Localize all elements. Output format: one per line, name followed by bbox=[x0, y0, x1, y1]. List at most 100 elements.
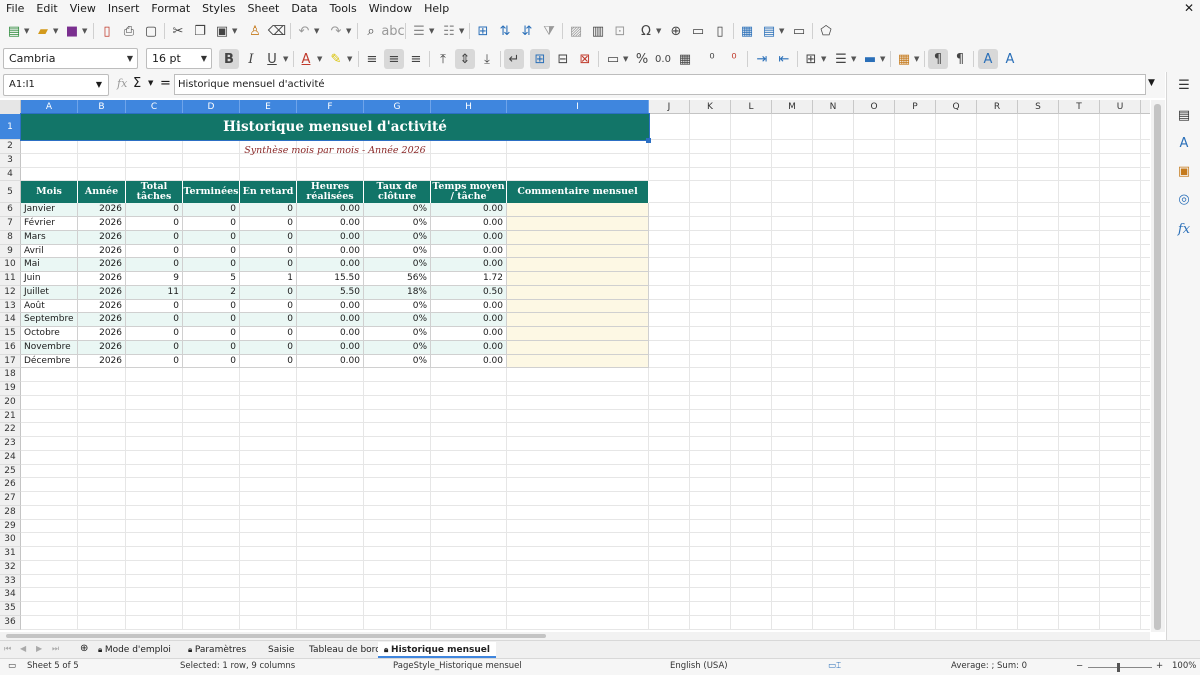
sum-icon[interactable]: Σ bbox=[133, 76, 141, 91]
table-cell[interactable]: 0 bbox=[183, 258, 240, 272]
merged-title-cell[interactable]: Historique mensuel d'activité bbox=[20, 113, 650, 141]
header-footer-icon[interactable]: ▯ bbox=[710, 21, 730, 41]
align-middle-icon[interactable]: ⇕ bbox=[455, 49, 475, 69]
percent-format-icon[interactable]: % bbox=[632, 49, 652, 69]
table-cell[interactable]: 0 bbox=[240, 230, 297, 245]
status-sum[interactable]: Average: ; Sum: 0 bbox=[951, 661, 1027, 671]
row-header-13[interactable]: 13 bbox=[0, 299, 21, 314]
column-header-k[interactable]: K bbox=[690, 100, 731, 114]
row-header-34[interactable]: 34 bbox=[0, 588, 21, 602]
row-dropdown-icon[interactable]: ▼ bbox=[429, 27, 434, 35]
month-cell[interactable]: Mai bbox=[21, 258, 78, 272]
row-header-1[interactable]: 1 bbox=[0, 114, 21, 140]
redo-icon[interactable]: ↷ bbox=[326, 21, 346, 41]
cut-icon[interactable]: ✂ bbox=[168, 21, 188, 41]
row-header-29[interactable]: 29 bbox=[0, 519, 21, 534]
menu-item-sheet[interactable]: Sheet bbox=[242, 0, 286, 17]
table-header-cell[interactable]: Temps moyen / tâche bbox=[431, 181, 507, 204]
table-cell[interactable]: 0% bbox=[364, 258, 431, 272]
unmerge-cells-icon[interactable]: ⊠ bbox=[575, 49, 595, 69]
sheet-tab-3[interactable]: Tableau de bord bbox=[303, 642, 387, 658]
date-format-icon[interactable]: ▦ bbox=[675, 49, 695, 69]
comment-cell[interactable] bbox=[507, 313, 649, 327]
selection-handle[interactable] bbox=[646, 138, 651, 143]
save-dropdown-icon[interactable]: ▼ bbox=[82, 27, 87, 35]
table-cell[interactable]: 0.00 bbox=[297, 258, 364, 272]
table-header-cell[interactable]: Mois bbox=[21, 181, 78, 204]
copy-icon[interactable]: ❐ bbox=[190, 21, 210, 41]
comment-cell[interactable] bbox=[507, 230, 649, 245]
column-header-r[interactable]: R bbox=[977, 100, 1018, 114]
border-style-icon[interactable]: ☰ bbox=[831, 49, 851, 69]
last-sheet-icon[interactable]: ⏭ bbox=[52, 644, 59, 654]
sort-descending-icon[interactable]: ⇵ bbox=[517, 21, 537, 41]
column-header-c[interactable]: C bbox=[126, 100, 183, 114]
table-cell[interactable]: 0 bbox=[183, 244, 240, 259]
undo-dropdown-icon[interactable]: ▼ bbox=[314, 27, 319, 35]
table-cell[interactable]: 0 bbox=[126, 313, 183, 327]
freeze-rows-icon[interactable]: ▤ bbox=[759, 21, 779, 41]
table-cell[interactable]: 0.00 bbox=[297, 313, 364, 327]
pivot-table-icon[interactable]: ⊡ bbox=[610, 21, 630, 41]
table-cell[interactable]: 0.00 bbox=[431, 217, 507, 231]
table-cell[interactable]: 0 bbox=[126, 354, 183, 369]
menu-item-help[interactable]: Help bbox=[418, 0, 455, 17]
select-all-corner[interactable] bbox=[0, 100, 21, 114]
font-color-icon[interactable]: A bbox=[296, 49, 316, 69]
table-header-cell[interactable]: En retard bbox=[240, 181, 297, 204]
font-size-box[interactable]: 16 pt ▼ bbox=[146, 48, 212, 69]
zoom-out-icon[interactable]: − bbox=[1076, 661, 1083, 671]
table-cell[interactable]: 0.00 bbox=[431, 327, 507, 341]
menu-item-edit[interactable]: Edit bbox=[30, 0, 63, 17]
table-cell[interactable]: 0.00 bbox=[297, 230, 364, 245]
column-header-j[interactable]: J bbox=[649, 100, 690, 114]
table-cell[interactable]: 5.50 bbox=[297, 285, 364, 300]
table-cell[interactable]: 5 bbox=[183, 272, 240, 286]
paste-dropdown-icon[interactable]: ▼ bbox=[232, 27, 237, 35]
filter-icon[interactable]: ⧩ bbox=[539, 21, 559, 41]
border-color-icon[interactable]: ▬ bbox=[860, 49, 880, 69]
table-cell[interactable]: 1.72 bbox=[431, 272, 507, 286]
column-header-e[interactable]: E bbox=[240, 100, 297, 114]
column-header-t[interactable]: T bbox=[1059, 100, 1100, 114]
table-cell[interactable]: 1 bbox=[240, 272, 297, 286]
ltr-direction-icon[interactable]: ¶ bbox=[928, 49, 948, 69]
print-icon[interactable]: ⎙ bbox=[119, 21, 139, 41]
table-cell[interactable]: 0.00 bbox=[431, 313, 507, 327]
table-cell[interactable]: 0.00 bbox=[297, 217, 364, 231]
table-cell[interactable]: 0 bbox=[183, 327, 240, 341]
table-cell[interactable]: 0.00 bbox=[431, 203, 507, 217]
row-header-23[interactable]: 23 bbox=[0, 437, 21, 451]
column-header-i[interactable]: I bbox=[507, 100, 649, 114]
print-preview-icon[interactable]: ▢ bbox=[141, 21, 161, 41]
first-sheet-icon[interactable]: ⏮ bbox=[4, 644, 11, 654]
comment-cell[interactable] bbox=[507, 217, 649, 231]
menu-item-file[interactable]: File bbox=[0, 0, 30, 17]
table-header-cell[interactable]: Taux de clôture bbox=[364, 181, 431, 204]
table-cell[interactable]: 0 bbox=[183, 299, 240, 314]
vertical-scroll-thumb[interactable] bbox=[1154, 104, 1161, 630]
row-header-5[interactable]: 5 bbox=[0, 181, 21, 204]
row-header-35[interactable]: 35 bbox=[0, 602, 21, 616]
table-header-cell[interactable]: Commentaire mensuel bbox=[507, 181, 649, 204]
spreadsheet-grid[interactable]: ABCDEFGHIJKLMNOPQRSTU 1 2 3 4 5 6 7 8 9 10 11 12 13 1… bbox=[0, 100, 1150, 632]
table-cell[interactable]: 0% bbox=[364, 203, 431, 217]
status-page-style[interactable]: PageStyle_Historique mensuel bbox=[393, 661, 522, 671]
expand-formula-icon[interactable]: ▼ bbox=[1148, 78, 1155, 88]
redo-dropdown-icon[interactable]: ▼ bbox=[346, 27, 351, 35]
find-replace-icon[interactable]: ⌕ bbox=[361, 21, 381, 41]
table-cell[interactable]: 2026 bbox=[78, 203, 126, 217]
table-cell[interactable]: 0 bbox=[183, 203, 240, 217]
column-header-f[interactable]: F bbox=[297, 100, 364, 114]
month-cell[interactable]: Août bbox=[21, 299, 78, 314]
column-header-a[interactable]: A bbox=[21, 100, 78, 114]
borders-dropdown-icon[interactable]: ▼ bbox=[821, 55, 826, 63]
wrap-text-icon[interactable]: ↵ bbox=[504, 49, 524, 69]
column-header-l[interactable]: L bbox=[731, 100, 772, 114]
comment-cell[interactable] bbox=[507, 258, 649, 272]
sidebar-menu-icon[interactable]: ☰ bbox=[1175, 76, 1193, 94]
align-left-icon[interactable]: ≡ bbox=[362, 49, 382, 69]
month-cell[interactable]: Décembre bbox=[21, 354, 78, 369]
styles-icon[interactable]: A bbox=[1175, 134, 1193, 152]
table-cell[interactable]: 0% bbox=[364, 217, 431, 231]
